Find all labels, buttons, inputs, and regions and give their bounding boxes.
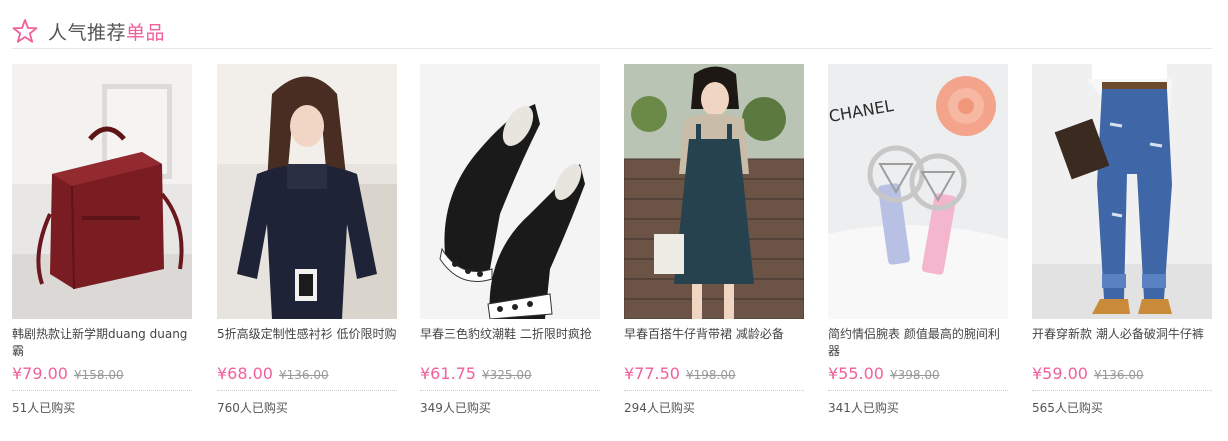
product-grid: 韩剧热款让新学期duang duang 霸 ¥79.00 ¥158.00 51人… <box>12 64 1216 434</box>
price-row: ¥55.00 ¥398.00 <box>828 364 1008 391</box>
current-price: ¥77.50 <box>624 364 680 383</box>
current-price: ¥55.00 <box>828 364 884 383</box>
product-name[interactable]: 早春百搭牛仔背带裙 减龄必备 <box>624 326 804 360</box>
burgundy-backpack-image <box>12 64 192 319</box>
product-card[interactable]: 韩剧热款让新学期duang duang 霸 ¥79.00 ¥158.00 51人… <box>12 64 192 424</box>
product-card[interactable]: CHANEL 简约情侣腕表 颜值最高的腕间利器 ¥55.00 ¥398.00 3… <box>828 64 1008 424</box>
product-card[interactable]: 早春百搭牛仔背带裙 减龄必备 ¥77.50 ¥198.00 294人已购买 <box>624 64 804 424</box>
product-image[interactable]: CHANEL <box>828 64 1008 319</box>
denim-overall-dress-image <box>624 64 804 319</box>
product-name[interactable]: 早春三色豹纹潮鞋 二折限时疯抢 <box>420 326 600 360</box>
product-name[interactable]: 5折高级定制性感衬衫 低价限时购 <box>217 326 397 360</box>
sold-count: 760人已购买 <box>217 401 288 415</box>
product-image[interactable] <box>624 64 804 319</box>
section-title: 人气推荐单品 <box>48 18 165 45</box>
product-name[interactable]: 韩剧热款让新学期duang duang 霸 <box>12 326 192 360</box>
original-price: ¥198.00 <box>685 368 736 382</box>
product-name[interactable]: 简约情侣腕表 颜值最高的腕间利器 <box>828 326 1008 360</box>
price-row: ¥59.00 ¥136.00 <box>1032 364 1212 391</box>
price-row: ¥77.50 ¥198.00 <box>624 364 804 391</box>
original-price: ¥136.00 <box>1093 368 1144 382</box>
product-card[interactable]: 开春穿新款 潮人必备破洞牛仔裤 ¥59.00 ¥136.00 565人已购买 <box>1032 64 1212 424</box>
product-image[interactable] <box>217 64 397 319</box>
current-price: ¥59.00 <box>1032 364 1088 383</box>
price-row: ¥61.75 ¥325.00 <box>420 364 600 391</box>
price-row: ¥68.00 ¥136.00 <box>217 364 397 391</box>
ripped-jeans-image <box>1032 64 1212 319</box>
woman-navy-blouse-image <box>217 64 397 319</box>
product-image[interactable] <box>12 64 192 319</box>
current-price: ¥61.75 <box>420 364 476 383</box>
section-title-accent: 单品 <box>126 21 166 44</box>
sold-count: 565人已购买 <box>1032 401 1103 415</box>
original-price: ¥136.00 <box>278 368 329 382</box>
original-price: ¥325.00 <box>481 368 532 382</box>
sold-count: 51人已购买 <box>12 401 76 415</box>
sold-count: 341人已购买 <box>828 401 899 415</box>
current-price: ¥68.00 <box>217 364 273 383</box>
product-image[interactable] <box>1032 64 1212 319</box>
product-card[interactable]: 5折高级定制性感衬衫 低价限时购 ¥68.00 ¥136.00 760人已购买 <box>217 64 397 424</box>
section-header: 人气推荐单品 <box>12 14 1212 49</box>
black-leopard-shoes-image <box>420 64 600 319</box>
recommended-products-section: 人气推荐单品 韩剧热款让新学期duang duang 霸 ¥79.00 ¥158… <box>0 0 1228 441</box>
original-price: ¥158.00 <box>73 368 124 382</box>
couple-watches-image: CHANEL <box>828 64 1008 319</box>
product-name[interactable]: 开春穿新款 潮人必备破洞牛仔裤 <box>1032 326 1212 360</box>
original-price: ¥398.00 <box>889 368 940 382</box>
product-image[interactable] <box>420 64 600 319</box>
sold-count: 349人已购买 <box>420 401 491 415</box>
star-outline-icon <box>12 19 38 43</box>
product-card[interactable]: 早春三色豹纹潮鞋 二折限时疯抢 ¥61.75 ¥325.00 349人已购买 <box>420 64 600 424</box>
section-title-prefix: 人气推荐 <box>48 21 127 44</box>
current-price: ¥79.00 <box>12 364 68 383</box>
sold-count: 294人已购买 <box>624 401 695 415</box>
price-row: ¥79.00 ¥158.00 <box>12 364 192 391</box>
